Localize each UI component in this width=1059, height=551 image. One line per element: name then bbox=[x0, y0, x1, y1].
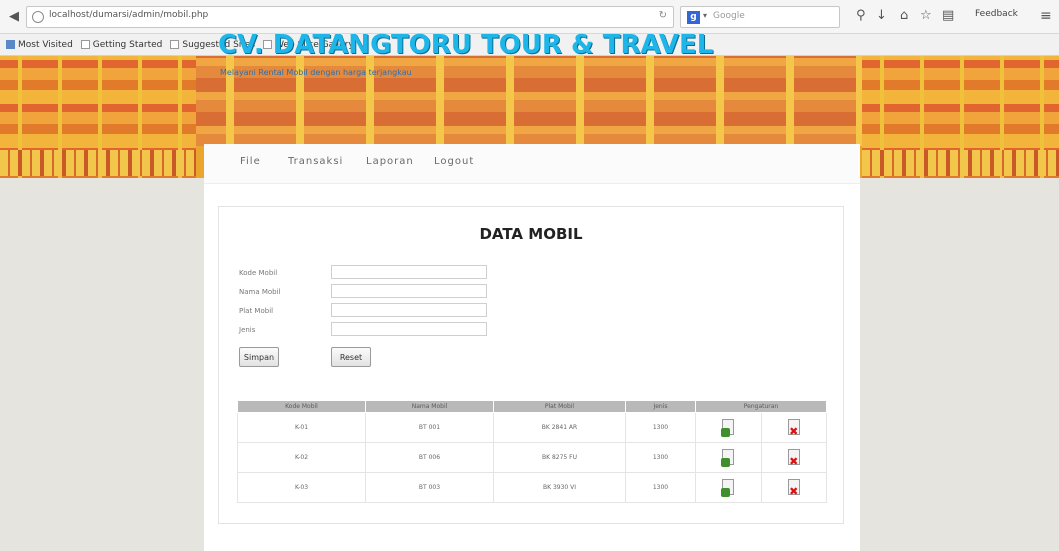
cell-plat-mobil: BK 8275 FU bbox=[493, 442, 626, 473]
cell-jenis: 1300 bbox=[625, 412, 696, 443]
reset-button[interactable]: Reset bbox=[331, 347, 371, 367]
banner-strip-left bbox=[0, 150, 196, 176]
column-header: Jenis bbox=[625, 400, 696, 413]
site-title: CV. DATANGTORU TOUR & TRAVEL bbox=[218, 30, 714, 60]
back-arrow-icon[interactable]: ◀ bbox=[6, 9, 22, 25]
cell-plat-mobil: BK 3930 VI bbox=[493, 472, 626, 503]
kode-mobil-input[interactable] bbox=[331, 265, 487, 279]
data-mobil-table: Kode Mobil Nama Mobil Plat Mobil Jenis P… bbox=[237, 400, 827, 503]
simpan-button[interactable]: Simpan bbox=[239, 347, 279, 367]
delete-icon[interactable]: ✖ bbox=[787, 448, 801, 467]
nama-mobil-input[interactable] bbox=[331, 284, 487, 298]
bookmark-folder-icon bbox=[6, 40, 15, 49]
reload-icon[interactable]: ↻ bbox=[659, 10, 667, 21]
bookmark-star-icon[interactable]: ☆ bbox=[920, 8, 932, 24]
cell-jenis: 1300 bbox=[625, 472, 696, 503]
field-label-jenis: Jenis bbox=[239, 326, 256, 334]
field-label-kode-mobil: Kode Mobil bbox=[239, 269, 278, 277]
home-icon[interactable]: ⌂ bbox=[900, 8, 908, 24]
data-mobil-card: DATA MOBIL Kode Mobil Nama Mobil Plat Mo… bbox=[218, 206, 844, 524]
table-row: K-03 BT 003 BK 3930 VI 1300 ✖ bbox=[237, 472, 827, 503]
delete-icon[interactable]: ✖ bbox=[787, 418, 801, 437]
nav-laporan[interactable]: Laporan bbox=[366, 156, 414, 167]
main-nav: File Transaksi Laporan Logout bbox=[204, 144, 860, 184]
bookmark-most-visited[interactable]: Most Visited bbox=[6, 40, 73, 50]
cell-jenis: 1300 bbox=[625, 442, 696, 473]
chevron-down-icon[interactable]: ▾ bbox=[703, 11, 707, 20]
field-label-plat-mobil: Plat Mobil bbox=[239, 307, 274, 315]
cell-kode-mobil: K-03 bbox=[237, 472, 366, 503]
search-icon[interactable]: ⚲ bbox=[856, 8, 866, 24]
delete-icon[interactable]: ✖ bbox=[787, 478, 801, 497]
column-header: Nama Mobil bbox=[365, 400, 494, 413]
column-header: Pengaturan bbox=[695, 400, 827, 413]
table-header-row: Kode Mobil Nama Mobil Plat Mobil Jenis P… bbox=[237, 400, 827, 413]
table-row: K-01 BT 001 BK 2841 AR 1300 ✖ bbox=[237, 412, 827, 443]
cell-plat-mobil: BK 2841 AR bbox=[493, 412, 626, 443]
delete-cell: ✖ bbox=[760, 412, 827, 443]
field-label-nama-mobil: Nama Mobil bbox=[239, 288, 281, 296]
download-icon[interactable]: ↓ bbox=[876, 8, 887, 24]
address-bar[interactable]: localhost/dumarsi/admin/mobil.php ↻ bbox=[26, 6, 674, 28]
nav-logout[interactable]: Logout bbox=[434, 156, 474, 167]
delete-cell: ✖ bbox=[760, 472, 827, 503]
search-placeholder: Google bbox=[713, 11, 745, 21]
edit-cell bbox=[695, 412, 761, 443]
page-title: DATA MOBIL bbox=[479, 225, 583, 243]
edit-icon[interactable] bbox=[721, 418, 735, 437]
edit-cell bbox=[695, 442, 761, 473]
cell-kode-mobil: K-01 bbox=[237, 412, 366, 443]
google-icon: g bbox=[687, 11, 700, 24]
reading-list-icon[interactable]: ▤ bbox=[942, 8, 954, 24]
address-bar-url: localhost/dumarsi/admin/mobil.php bbox=[49, 10, 209, 20]
edit-icon[interactable] bbox=[721, 478, 735, 497]
menu-icon[interactable]: ≡ bbox=[1040, 8, 1052, 24]
cell-kode-mobil: K-02 bbox=[237, 442, 366, 473]
column-header: Kode Mobil bbox=[237, 400, 366, 413]
page-icon bbox=[170, 40, 180, 49]
delete-cell: ✖ bbox=[760, 442, 827, 473]
browser-toolbar: ◀ localhost/dumarsi/admin/mobil.php ↻ g … bbox=[0, 0, 1059, 34]
table-row: K-02 BT 006 BK 8275 FU 1300 ✖ bbox=[237, 442, 827, 473]
edit-icon[interactable] bbox=[721, 448, 735, 467]
bookmark-getting-started[interactable]: Getting Started bbox=[80, 40, 162, 50]
plat-mobil-input[interactable] bbox=[331, 303, 487, 317]
cell-nama-mobil: BT 001 bbox=[365, 412, 494, 443]
banner-strip-right bbox=[862, 150, 1059, 176]
nav-transaksi[interactable]: Transaksi bbox=[288, 156, 343, 167]
edit-cell bbox=[695, 472, 761, 503]
site-subtitle: Melayani Rental Mobil dengan harga terja… bbox=[220, 68, 412, 77]
nav-file[interactable]: File bbox=[240, 156, 261, 167]
globe-icon bbox=[32, 11, 44, 23]
cell-nama-mobil: BT 006 bbox=[365, 442, 494, 473]
jenis-input[interactable] bbox=[331, 322, 487, 336]
feedback-button[interactable]: Feedback bbox=[975, 9, 1018, 19]
page-icon bbox=[80, 40, 90, 49]
search-bar[interactable]: g ▾ Google bbox=[680, 6, 840, 28]
column-header: Plat Mobil bbox=[493, 400, 626, 413]
cell-nama-mobil: BT 003 bbox=[365, 472, 494, 503]
